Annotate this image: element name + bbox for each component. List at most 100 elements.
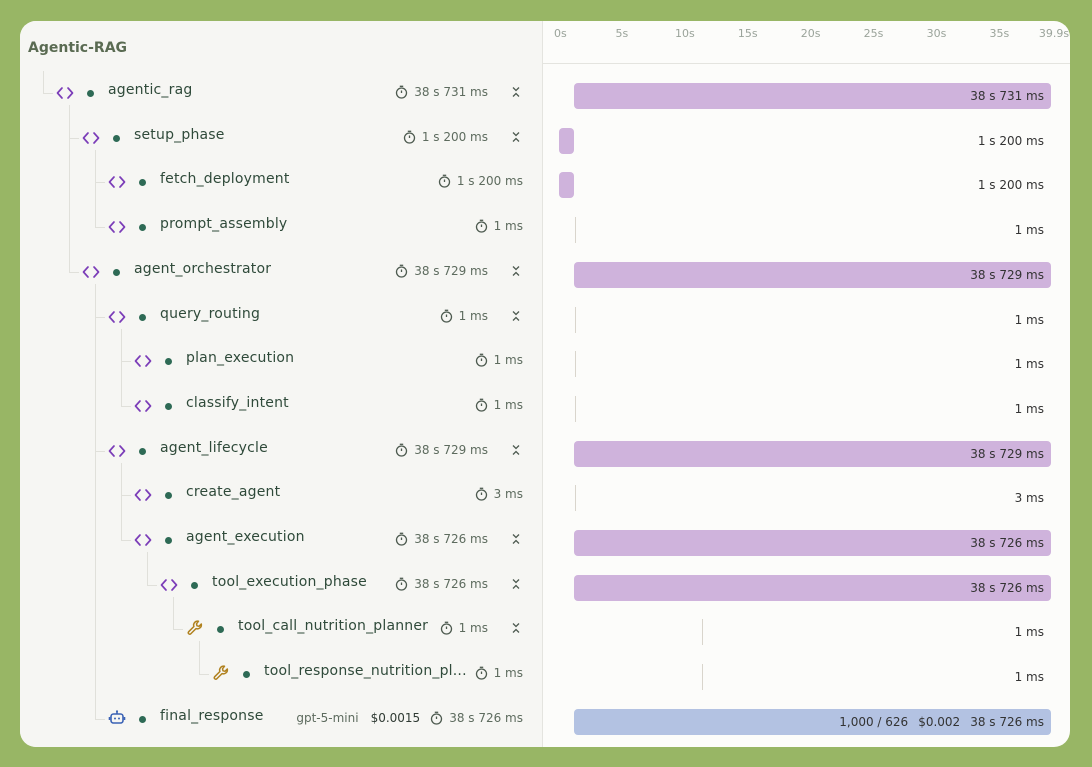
axis-tick-label: 20s	[800, 27, 821, 40]
timer-icon	[475, 398, 488, 412]
timeline-marker	[574, 306, 576, 333]
timer-icon	[395, 443, 408, 457]
span-name: create_agent	[186, 484, 281, 501]
bar-duration: 1 ms	[1014, 670, 1044, 685]
span-row-tool-call-nutrition-planner[interactable]: tool_call_nutrition_planner 1 ms	[20, 607, 542, 651]
collapse-toggle-icon[interactable]	[502, 578, 522, 590]
axis-tick-label: 10s	[674, 27, 695, 40]
collapse-toggle-icon[interactable]	[502, 86, 522, 98]
span-duration: 38 s 731 ms	[414, 85, 488, 99]
bar-duration-label: 1,000 / 626 $0.002 38 s 726 ms	[839, 715, 1044, 729]
axis-tick-label: 30s	[926, 27, 947, 40]
timer-icon	[438, 174, 451, 189]
span-row-agent-execution[interactable]: agent_execution 38 s 726 ms	[20, 518, 542, 562]
status-dot	[243, 671, 250, 679]
timeline-bar[interactable]	[559, 127, 574, 154]
span-name: tool_response_nutrition_pl...	[264, 663, 467, 680]
span-duration: 38 s 726 ms	[414, 532, 488, 546]
code-icon	[160, 577, 178, 593]
span-row-agent-orchestrator[interactable]: agent_orchestrator 38 s 729 ms	[20, 250, 542, 294]
bar-duration-label: 1 ms	[1015, 223, 1044, 237]
bar-duration: 1 ms	[1014, 625, 1044, 640]
span-row-classify-intent[interactable]: classify_intent 1 ms	[20, 384, 542, 428]
collapse-toggle-icon[interactable]	[502, 310, 522, 322]
span-row-prompt-assembly[interactable]: prompt_assembly 1 ms	[20, 205, 542, 249]
timeline: 0s 5s 10s 15s 20s 25s 30s 35s 39.9s 38 s 731 ms 1…	[543, 21, 1070, 747]
collapse-toggle-icon[interactable]	[502, 444, 522, 456]
span-duration: 3 ms	[493, 487, 523, 502]
span-duration: 1 ms	[493, 666, 523, 681]
span-duration: 1 s 200 ms	[421, 129, 488, 144]
span-row-tool-execution-phase[interactable]: tool_execution_phase 38 s 726 ms	[20, 563, 542, 607]
span-duration: 1 ms	[493, 219, 523, 234]
span-row-tool-response-nutrition-pl[interactable]: tool_response_nutrition_pl... 1 ms	[20, 652, 542, 696]
bar-duration: 38 s 731 ms	[970, 89, 1044, 103]
trace-panel: Agentic-RAG agentic_rag 38 s 731 ms setup_…	[20, 21, 1070, 747]
span-row-agent-lifecycle[interactable]: agent_lifecycle 38 s 729 ms	[20, 429, 542, 473]
bar-duration-label: 38 s 731 ms	[970, 89, 1044, 103]
axis-tick-label: 0s	[554, 27, 567, 40]
bar-duration-label: 38 s 729 ms	[970, 447, 1044, 461]
status-dot	[139, 179, 146, 187]
timer-icon	[475, 487, 488, 501]
span-duration: 1 ms	[493, 397, 523, 412]
bot-icon	[108, 709, 126, 725]
timer-icon	[395, 532, 408, 546]
collapse-toggle-icon[interactable]	[502, 622, 522, 634]
bar-duration: 1 ms	[1014, 357, 1044, 372]
bar-duration-label: 38 s 726 ms	[970, 581, 1044, 595]
span-name: fetch_deployment	[160, 171, 290, 188]
timer-icon	[403, 130, 416, 144]
span-meta: 1 ms	[440, 309, 522, 323]
collapse-toggle-icon[interactable]	[502, 131, 522, 143]
span-row-final-response[interactable]: final_response gpt-5-mini $0.0015 38 s 726 …	[20, 697, 542, 741]
span-name: tool_call_nutrition_planner	[238, 618, 429, 635]
axis-tick-label: 15s	[737, 27, 758, 40]
status-dot	[139, 715, 146, 723]
collapse-toggle-icon[interactable]	[502, 265, 522, 277]
timeline-marker	[574, 395, 576, 422]
span-row-query-routing[interactable]: query_routing 1 ms	[20, 295, 542, 339]
bar-duration-label: 3 ms	[1015, 491, 1044, 505]
collapse-toggle-icon[interactable]	[502, 533, 522, 545]
timeline-marker	[574, 351, 576, 378]
span-meta: 38 s 726 ms	[395, 532, 522, 546]
bar-duration: 38 s 729 ms	[970, 267, 1044, 282]
span-row-agentic-rag[interactable]: agentic_rag 38 s 731 ms	[20, 71, 542, 115]
timeline-bar[interactable]	[559, 172, 574, 199]
code-icon	[108, 219, 126, 235]
span-row-setup-phase[interactable]: setup_phase 1 s 200 ms	[20, 116, 542, 160]
status-dot	[165, 537, 172, 544]
code-icon	[134, 398, 152, 414]
bar-duration: 38 s 729 ms	[970, 446, 1044, 461]
span-meta: 38 s 731 ms	[395, 85, 522, 99]
bar-duration: 38 s 726 ms	[970, 536, 1044, 550]
span-name: agent_lifecycle	[160, 439, 268, 456]
span-duration: 1 ms	[458, 621, 488, 636]
bar-duration-label: 1 ms	[1015, 313, 1044, 327]
span-row-plan-execution[interactable]: plan_execution 1 ms	[20, 339, 542, 383]
status-dot	[87, 90, 94, 97]
span-name: query_routing	[160, 305, 261, 322]
axis-tick-label: 25s	[863, 27, 884, 40]
status-dot	[113, 134, 120, 142]
code-icon	[134, 532, 152, 548]
time-axis: 0s 5s 10s 15s 20s 25s 30s 35s 39.9s	[543, 21, 1070, 63]
span-row-create-agent[interactable]: create_agent 3 ms	[20, 473, 542, 517]
bar-cost: $0.002	[918, 714, 961, 729]
span-row-fetch-deployment[interactable]: fetch_deployment 1 s 200 ms	[20, 160, 542, 204]
timer-icon	[440, 621, 453, 636]
span-cost: $0.0015	[370, 710, 421, 725]
timer-icon	[440, 309, 453, 323]
span-name: prompt_assembly	[160, 216, 288, 233]
wrench-icon	[186, 619, 204, 636]
bar-duration: 1 ms	[1014, 223, 1044, 238]
timer-icon	[475, 666, 488, 680]
span-meta: gpt-5-mini $0.0015 38 s 726 ms	[296, 711, 523, 725]
span-name: agent_orchestrator	[134, 260, 272, 277]
code-icon	[134, 487, 152, 503]
timer-icon	[395, 577, 408, 591]
span-tree: Agentic-RAG agentic_rag 38 s 731 ms setup_…	[20, 21, 543, 747]
span-duration: 38 s 726 ms	[414, 576, 488, 591]
status-dot	[139, 313, 146, 321]
